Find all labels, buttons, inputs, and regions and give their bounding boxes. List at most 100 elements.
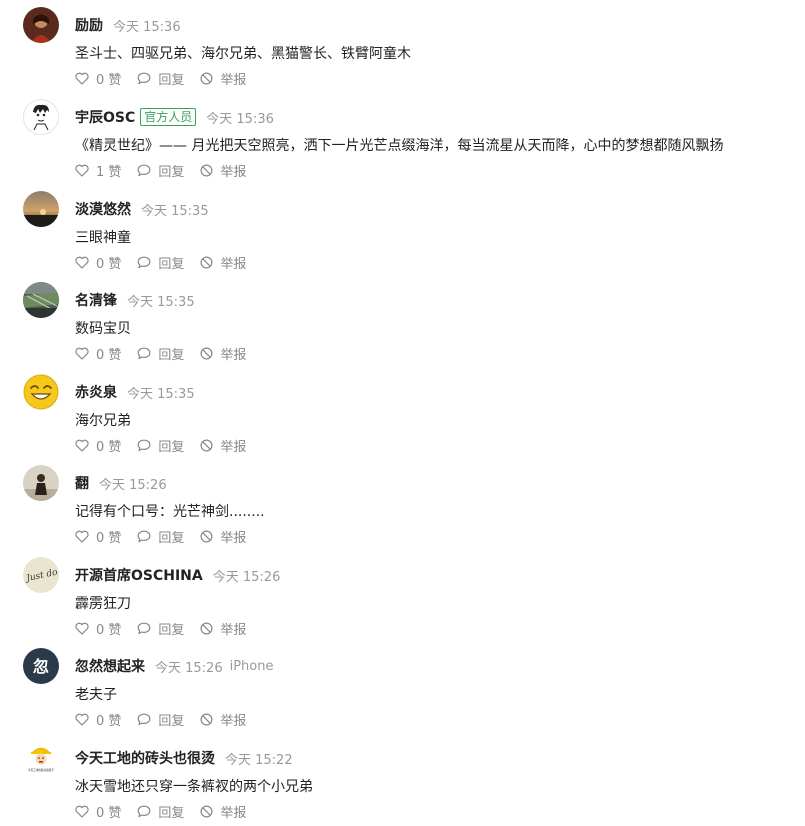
report-button[interactable]: 举报 bbox=[200, 619, 246, 638]
avatar[interactable] bbox=[23, 465, 59, 501]
comment-item: 忽 忽然想起来 今天 15:26 iPhone 老夫子 0 赞 回复 举报 bbox=[0, 641, 805, 733]
report-label: 举报 bbox=[220, 713, 247, 729]
reply-button[interactable]: 回复 bbox=[137, 710, 184, 729]
comment-actions: 0 赞 回复 举报 bbox=[75, 710, 246, 729]
avatar[interactable]: 忽 bbox=[23, 648, 59, 684]
svg-text:今天工地的砖头很烫手: 今天工地的砖头很烫手 bbox=[28, 768, 54, 772]
username[interactable]: 励励 bbox=[75, 15, 103, 35]
speech-bubble-icon bbox=[138, 530, 151, 542]
avatar[interactable] bbox=[23, 374, 59, 410]
comment-text: 三眼神童 bbox=[75, 230, 131, 246]
reply-label: 回复 bbox=[158, 530, 185, 546]
like-button[interactable]: 0 赞 bbox=[75, 619, 121, 638]
sunset-avatar-icon bbox=[23, 191, 59, 227]
reply-button[interactable]: 回复 bbox=[137, 802, 184, 821]
prohibit-icon bbox=[200, 712, 213, 726]
like-button[interactable]: 1 赞 bbox=[75, 161, 121, 180]
reply-button[interactable]: 回复 bbox=[137, 253, 184, 272]
timestamp: 今天 15:36 bbox=[206, 111, 274, 127]
like-button[interactable]: 0 赞 bbox=[75, 527, 121, 546]
like-button[interactable]: 0 赞 bbox=[75, 436, 121, 455]
username[interactable]: 翻 bbox=[75, 473, 89, 493]
like-count: 0 赞 bbox=[96, 347, 122, 363]
speech-bubble-icon bbox=[138, 622, 151, 634]
like-button[interactable]: 0 赞 bbox=[75, 253, 121, 272]
username[interactable]: 赤炎泉 bbox=[75, 382, 117, 402]
heart-icon bbox=[75, 347, 89, 360]
report-button[interactable]: 举报 bbox=[200, 802, 246, 821]
heart-icon bbox=[75, 530, 89, 543]
heart-icon bbox=[75, 72, 89, 85]
comment-text: 记得有个口号：光芒神剑........ bbox=[75, 504, 265, 520]
reply-label: 回复 bbox=[158, 256, 185, 272]
like-count: 0 赞 bbox=[96, 713, 122, 729]
timestamp: 今天 15:35 bbox=[127, 294, 195, 310]
person-avatar-icon bbox=[23, 465, 59, 501]
like-count: 0 赞 bbox=[96, 530, 122, 546]
device-label: iPhone bbox=[229, 658, 274, 674]
report-button[interactable]: 举报 bbox=[200, 710, 246, 729]
report-button[interactable]: 举报 bbox=[200, 436, 246, 455]
timestamp: 今天 15:26 bbox=[155, 660, 223, 676]
speech-bubble-icon bbox=[138, 347, 151, 359]
reply-button[interactable]: 回复 bbox=[137, 69, 184, 88]
like-button[interactable]: 0 赞 bbox=[75, 344, 121, 363]
reply-button[interactable]: 回复 bbox=[137, 344, 184, 363]
like-count: 0 赞 bbox=[96, 256, 122, 272]
comment-item: 翻 今天 15:26 记得有个口号：光芒神剑........ 0 赞 回复 举报 bbox=[0, 458, 805, 550]
heart-icon bbox=[75, 439, 89, 452]
username[interactable]: 淡漠悠然 bbox=[75, 199, 131, 219]
avatar[interactable]: 今天工地的砖头很烫手 bbox=[23, 740, 59, 776]
reply-button[interactable]: 回复 bbox=[137, 527, 184, 546]
reply-label: 回复 bbox=[158, 164, 185, 180]
username[interactable]: 宇辰OSC bbox=[75, 107, 135, 127]
reply-button[interactable]: 回复 bbox=[137, 619, 184, 638]
report-label: 举报 bbox=[220, 439, 247, 455]
letter-avatar-icon: 忽 bbox=[23, 648, 59, 684]
like-button[interactable]: 0 赞 bbox=[75, 69, 121, 88]
timestamp: 今天 15:35 bbox=[141, 203, 209, 219]
like-button[interactable]: 0 赞 bbox=[75, 802, 121, 821]
report-button[interactable]: 举报 bbox=[200, 527, 246, 546]
prohibit-icon bbox=[200, 621, 213, 635]
like-button[interactable]: 0 赞 bbox=[75, 710, 121, 729]
comment-actions: 0 赞 回复 举报 bbox=[75, 527, 246, 546]
reply-label: 回复 bbox=[158, 713, 185, 729]
svg-text:忽: 忽 bbox=[33, 657, 49, 676]
reply-label: 回复 bbox=[158, 72, 185, 88]
report-button[interactable]: 举报 bbox=[200, 69, 246, 88]
timestamp: 今天 15:22 bbox=[225, 752, 293, 768]
reply-button[interactable]: 回复 bbox=[137, 436, 184, 455]
report-button[interactable]: 举报 bbox=[200, 161, 246, 180]
report-button[interactable]: 举报 bbox=[200, 344, 246, 363]
username[interactable]: 今天工地的砖头也很烫 bbox=[75, 748, 215, 768]
username[interactable]: 忽然想起来 bbox=[75, 656, 145, 676]
report-label: 举报 bbox=[220, 72, 247, 88]
report-label: 举报 bbox=[220, 622, 247, 638]
avatar[interactable] bbox=[23, 191, 59, 227]
like-count: 0 赞 bbox=[96, 72, 122, 88]
prohibit-icon bbox=[200, 346, 213, 360]
report-label: 举报 bbox=[220, 347, 247, 363]
avatar[interactable] bbox=[23, 7, 59, 43]
comment-item: Just do 开源首席OSCHINA 今天 15:26 霹雳狂刀 0 赞 回复… bbox=[0, 550, 805, 642]
username[interactable]: 开源首席OSCHINA bbox=[75, 565, 203, 585]
comment-text: 海尔兄弟 bbox=[75, 413, 131, 429]
reply-button[interactable]: 回复 bbox=[137, 161, 184, 180]
username[interactable]: 名清锋 bbox=[75, 290, 117, 310]
avatar[interactable] bbox=[23, 282, 59, 318]
comment-item: 励励 今天 15:36 圣斗士、四驱兄弟、海尔兄弟、黑猫警长、铁臂阿童木 0 赞… bbox=[0, 0, 805, 92]
heart-icon bbox=[75, 713, 89, 726]
report-button[interactable]: 举报 bbox=[200, 253, 246, 272]
avatar[interactable] bbox=[23, 99, 59, 135]
speech-bubble-icon bbox=[138, 72, 151, 84]
speech-bubble-icon bbox=[138, 713, 151, 725]
prohibit-icon bbox=[200, 529, 213, 543]
like-count: 0 赞 bbox=[96, 439, 122, 455]
comment-actions: 0 赞 回复 举报 bbox=[75, 69, 246, 88]
comment-actions: 0 赞 回复 举报 bbox=[75, 253, 246, 272]
prohibit-icon bbox=[200, 163, 213, 177]
avatar[interactable]: Just do bbox=[23, 557, 59, 593]
comment-actions: 0 赞 回复 举报 bbox=[75, 619, 246, 638]
comment-text: 老夫子 bbox=[75, 687, 117, 703]
